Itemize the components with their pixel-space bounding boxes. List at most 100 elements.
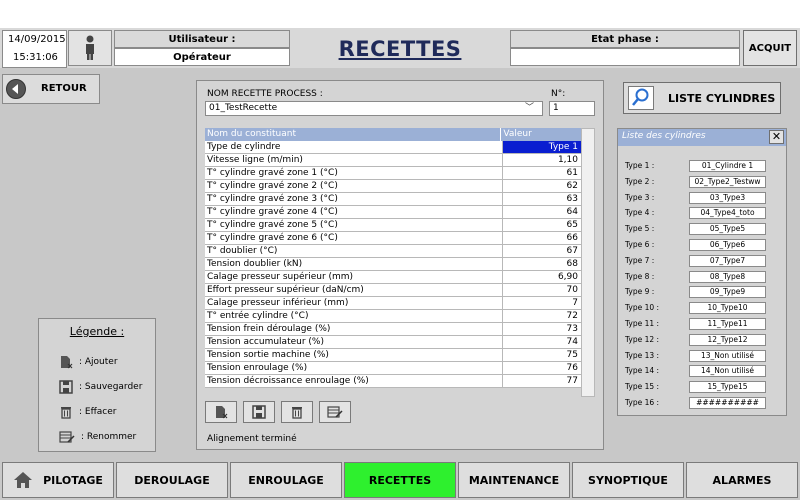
cylinder-type-value[interactable]: 10_Type10 [689,302,766,315]
nav-tab-recettes[interactable]: RECETTES [344,462,456,498]
cylinder-type-value[interactable]: 14_Non utilisé [689,365,766,378]
save-icon [59,380,73,394]
col-value-header: Valeur [503,129,532,139]
table-row[interactable]: T° doublier (°C) 67 [205,245,581,258]
row-name: T° cylindre gravé zone 4 (°C) [205,206,503,218]
rename-icon [59,431,75,443]
nav-tab-alarmes[interactable]: ALARMES [686,462,798,498]
row-value[interactable]: 63 [503,193,581,205]
table-body: Type de cylindre Type 1 Vitesse ligne (m/m… [205,141,581,388]
acquit-button[interactable]: ACQUIT [743,30,797,66]
table-row[interactable]: Tension accumulateur (%) 74 [205,336,581,349]
user-value: Opérateur [114,48,290,66]
cylinder-type-value[interactable]: 06_Type6 [689,239,766,251]
table-row[interactable]: T° cylindre gravé zone 6 (°C) 66 [205,232,581,245]
row-value[interactable]: 76 [503,362,581,374]
table-row[interactable]: Calage presseur inférieur (mm) 7 [205,297,581,310]
page-title: RECETTES [292,30,508,66]
cylinder-type-value[interactable]: 15_Type15 [689,381,766,394]
row-value[interactable]: 66 [503,232,581,244]
cylinder-type-value[interactable]: 13_Non utilisé [689,349,766,362]
table-row[interactable]: Tension frein déroulage (%) 73 [205,323,581,336]
cylinder-type-value[interactable]: 04_Type4_toto [689,207,766,220]
retour-label: RETOUR [41,83,87,94]
table-row[interactable]: T° cylindre gravé zone 2 (°C) 62 [205,180,581,193]
nav-tab-label: RECETTES [368,473,432,487]
row-name: Calage presseur inférieur (mm) [205,297,503,309]
nav-tab-label: MAINTENANCE [468,473,560,487]
table-row[interactable]: Tension enroulage (%) 76 [205,362,581,375]
recipe-number-field[interactable]: 1 [549,101,595,116]
row-value[interactable]: 72 [503,310,581,322]
row-value[interactable]: 68 [503,258,581,270]
recipe-name-select[interactable]: 01_TestRecette ﹀ [205,101,543,116]
row-value[interactable]: 73 [503,323,581,335]
row-value[interactable]: 70 [503,284,581,296]
table-row[interactable]: T° cylindre gravé zone 3 (°C) 63 [205,193,581,206]
row-name: T° cylindre gravé zone 3 (°C) [205,193,503,205]
row-value[interactable]: 1,10 [503,154,581,166]
cylinder-list-panel: Liste des cylindres ✕ Type 1 : 01_Cylindr… [617,128,787,416]
cylinder-type-value[interactable]: 03_Type3 [689,191,766,204]
table-row[interactable]: Calage presseur supérieur (mm) 6,90 [205,271,581,284]
nav-tab-enroulage[interactable]: ENROULAGE [230,462,342,498]
row-value[interactable]: 62 [503,180,581,192]
row-value[interactable]: 75 [503,349,581,361]
table-row[interactable]: Tension doublier (kN) 68 [205,258,581,271]
table-row[interactable]: Effort presseur supérieur (daN/cm) 70 [205,284,581,297]
table-row[interactable]: T° cylindre gravé zone 5 (°C) 65 [205,219,581,232]
table-row[interactable]: Vitesse ligne (m/min) 1,10 [205,154,581,167]
cylinder-type-label: Type 2 : [625,176,655,186]
table-row[interactable]: Tension sortie machine (%) 75 [205,349,581,362]
row-value[interactable]: 67 [503,245,581,257]
cylinder-type-label: Type 7 : [625,255,655,265]
nav-tab-synoptique[interactable]: SYNOPTIQUE [572,462,684,498]
cylinder-type-value[interactable]: 05_Type5 [689,223,766,236]
row-value[interactable]: 65 [503,219,581,231]
liste-cylindres-button[interactable]: LISTE CYLINDRES [623,82,781,114]
cylinder-type-value[interactable]: 02_Type2_Testww [689,175,766,188]
magnifier-icon [628,86,654,110]
row-value[interactable]: 7 [503,297,581,309]
table-row[interactable]: Tension décroissance enroulage (%) 77 [205,375,581,388]
nav-tab-label: ALARMES [712,473,772,487]
row-value[interactable]: 61 [503,167,581,179]
add-icon [216,406,228,419]
trash-icon [292,407,302,419]
retour-button[interactable]: RETOUR [2,74,100,104]
nav-tab-pilotage[interactable]: PILOTAGE [2,462,114,498]
cylinder-type-value[interactable]: 08_Type8 [689,270,766,283]
row-value[interactable]: Type 1 [503,141,581,153]
table-row[interactable]: T° entrée cylindre (°C) 72 [205,310,581,323]
save-button[interactable] [243,401,275,423]
user-button[interactable] [68,30,112,66]
close-icon[interactable]: ✕ [769,130,784,144]
row-name: Tension enroulage (%) [205,362,503,374]
cylinder-list-header: Liste des cylindres ✕ [618,129,786,146]
cylinder-type-value[interactable]: 07_Type7 [689,254,766,267]
nav-tab-maintenance[interactable]: MAINTENANCE [458,462,570,498]
row-value[interactable]: 77 [503,375,581,387]
cylinder-type-value[interactable]: ########## [689,397,766,409]
nav-tab-deroulage[interactable]: DEROULAGE [116,462,228,498]
cylinder-type-value[interactable]: 12_Type12 [689,333,766,346]
table-scrollbar[interactable] [581,128,595,397]
row-name: Tension accumulateur (%) [205,336,503,348]
add-button[interactable] [205,401,237,423]
table-row[interactable]: T° cylindre gravé zone 4 (°C) 64 [205,206,581,219]
recipe-table: Nom du constituant Valeur Type de cylind… [205,128,581,388]
delete-button[interactable] [281,401,313,423]
row-name: Type de cylindre [205,141,503,153]
row-value[interactable]: 64 [503,206,581,218]
status-text: Alignement terminé [207,434,297,444]
row-name: Tension frein déroulage (%) [205,323,503,335]
cylinder-type-label: Type 14 : [625,366,660,376]
row-value[interactable]: 6,90 [503,271,581,283]
row-value[interactable]: 74 [503,336,581,348]
cylinder-type-value[interactable]: 01_Cylindre 1 [689,160,766,172]
cylinder-type-value[interactable]: 11_Type11 [689,318,766,330]
rename-button[interactable] [319,401,351,423]
table-row[interactable]: Type de cylindre Type 1 [205,141,581,154]
cylinder-type-value[interactable]: 09_Type9 [689,286,766,299]
table-row[interactable]: T° cylindre gravé zone 1 (°C) 61 [205,167,581,180]
